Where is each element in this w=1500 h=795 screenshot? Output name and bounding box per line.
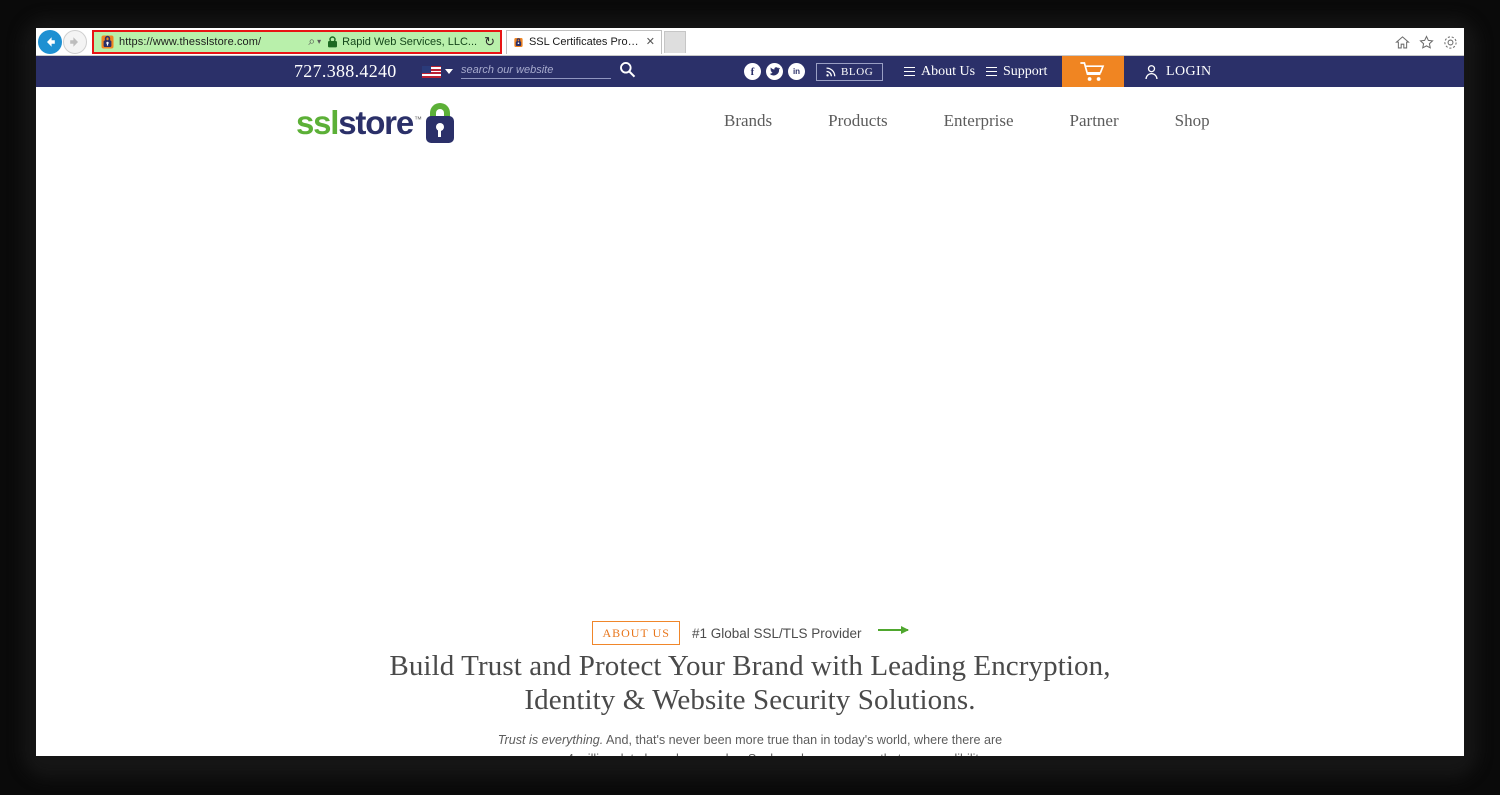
site-identity-lock-icon: [99, 34, 115, 50]
ev-certificate-indicator[interactable]: Rapid Web Services, LLC...: [327, 36, 481, 48]
refresh-button[interactable]: ↻: [481, 34, 500, 50]
user-icon: [1145, 64, 1158, 79]
arrow-right-icon: [877, 626, 909, 634]
logo-trademark: ™: [413, 115, 422, 124]
back-button[interactable]: [38, 29, 62, 54]
browser-window: https://www.thesslstore.com/ ⌕ ▾ Rapid W…: [36, 28, 1464, 756]
about-us-badge[interactable]: ABOUT US: [592, 621, 680, 645]
chrome-toolbar-icons: [1395, 28, 1458, 56]
support-menu[interactable]: Support: [986, 64, 1047, 80]
about-us-menu[interactable]: About Us: [904, 64, 975, 80]
main-navigation: Brands Products Enterprise Partner Shop: [696, 87, 1238, 155]
login-label: LOGIN: [1166, 63, 1212, 79]
padlock-closed-icon: [328, 35, 338, 47]
address-search-icon[interactable]: ⌕: [304, 34, 317, 49]
nav-item-partner[interactable]: Partner: [1042, 111, 1147, 131]
support-label: Support: [1003, 63, 1048, 79]
url-text: https://www.thesslstore.com/: [119, 35, 262, 48]
blog-label: BLOG: [841, 65, 874, 78]
hero-description: Trust is everything. And, that's never b…: [36, 731, 1464, 756]
address-bar[interactable]: https://www.thesslstore.com/ ⌕ ▾ Rapid W…: [92, 29, 502, 54]
arrow-right-icon: [70, 36, 78, 47]
search-input[interactable]: [461, 64, 611, 76]
arrow-left-icon: [47, 36, 55, 47]
tab-favicon-padlock-icon: [514, 37, 523, 47]
cart-button[interactable]: [1062, 56, 1124, 87]
address-dropdown-chevron-icon[interactable]: ▾: [317, 37, 327, 46]
rss-icon: [826, 66, 836, 77]
search-icon: [620, 61, 636, 77]
nav-item-enterprise[interactable]: Enterprise: [916, 111, 1042, 131]
page-title: Build Trust and Protect Your Brand with …: [36, 650, 1464, 718]
hero-eyebrow: ABOUT US #1 Global SSL/TLS Provider: [36, 621, 1464, 645]
forward-button[interactable]: [63, 29, 87, 54]
tab-title: SSL Certificates Provider - S...: [528, 36, 640, 48]
site-utility-bar: 727.388.4240 search our website f in BLO…: [36, 56, 1464, 87]
settings-gear-icon[interactable]: [1443, 35, 1458, 50]
hero-section: ABOUT US #1 Global SSL/TLS Provider Buil…: [36, 155, 1464, 756]
site-header: sslstore™ Brands Products Enterprise Par…: [36, 87, 1464, 155]
hero-eyebrow-text: #1 Global SSL/TLS Provider: [691, 625, 862, 641]
hero-title-line-1: Build Trust and Protect Your Brand with …: [389, 650, 1111, 682]
browser-tab[interactable]: SSL Certificates Provider - S... ✕: [506, 29, 662, 54]
twitter-icon[interactable]: [766, 63, 783, 80]
padlock-icon: [423, 103, 457, 143]
chevron-down-icon: [445, 69, 453, 74]
ev-org-name: Rapid Web Services, LLC...: [342, 35, 478, 48]
window-shadow-frame: https://www.thesslstore.com/ ⌕ ▾ Rapid W…: [0, 0, 1500, 795]
nav-item-shop[interactable]: Shop: [1147, 111, 1238, 131]
phone-number[interactable]: 727.388.4240: [294, 61, 397, 82]
us-flag-icon: [422, 65, 441, 78]
locale-selector[interactable]: [422, 65, 453, 78]
hero-lede-italic: Trust is everything.: [497, 733, 604, 747]
favorites-star-icon[interactable]: [1419, 34, 1434, 50]
browser-chrome: https://www.thesslstore.com/ ⌕ ▾ Rapid W…: [36, 28, 1464, 56]
linkedin-icon[interactable]: in: [788, 63, 805, 80]
tab-close-icon[interactable]: ✕: [646, 36, 655, 48]
search-button[interactable]: [619, 61, 636, 83]
new-tab-button[interactable]: [664, 30, 686, 53]
home-icon[interactable]: [1395, 35, 1410, 50]
social-links: f in: [744, 63, 805, 80]
facebook-icon[interactable]: f: [744, 63, 761, 80]
logo-text-primary: ssl: [296, 104, 339, 141]
site-logo[interactable]: sslstore™: [296, 103, 457, 143]
hamburger-menu-icon: [986, 67, 997, 76]
about-us-label: About Us: [921, 63, 976, 79]
login-button[interactable]: LOGIN: [1144, 64, 1212, 80]
hamburger-menu-icon: [904, 67, 915, 76]
shopping-cart-icon: [1080, 61, 1105, 81]
blog-button[interactable]: BLOG: [816, 62, 884, 81]
nav-item-brands[interactable]: Brands: [696, 111, 800, 131]
nav-item-products[interactable]: Products: [800, 111, 916, 131]
site-search[interactable]: [461, 64, 611, 79]
hero-title-line-2: Identity & Website Security Solutions.: [524, 683, 976, 716]
navigation-buttons: [36, 29, 87, 54]
logo-text-secondary: store: [338, 104, 414, 141]
